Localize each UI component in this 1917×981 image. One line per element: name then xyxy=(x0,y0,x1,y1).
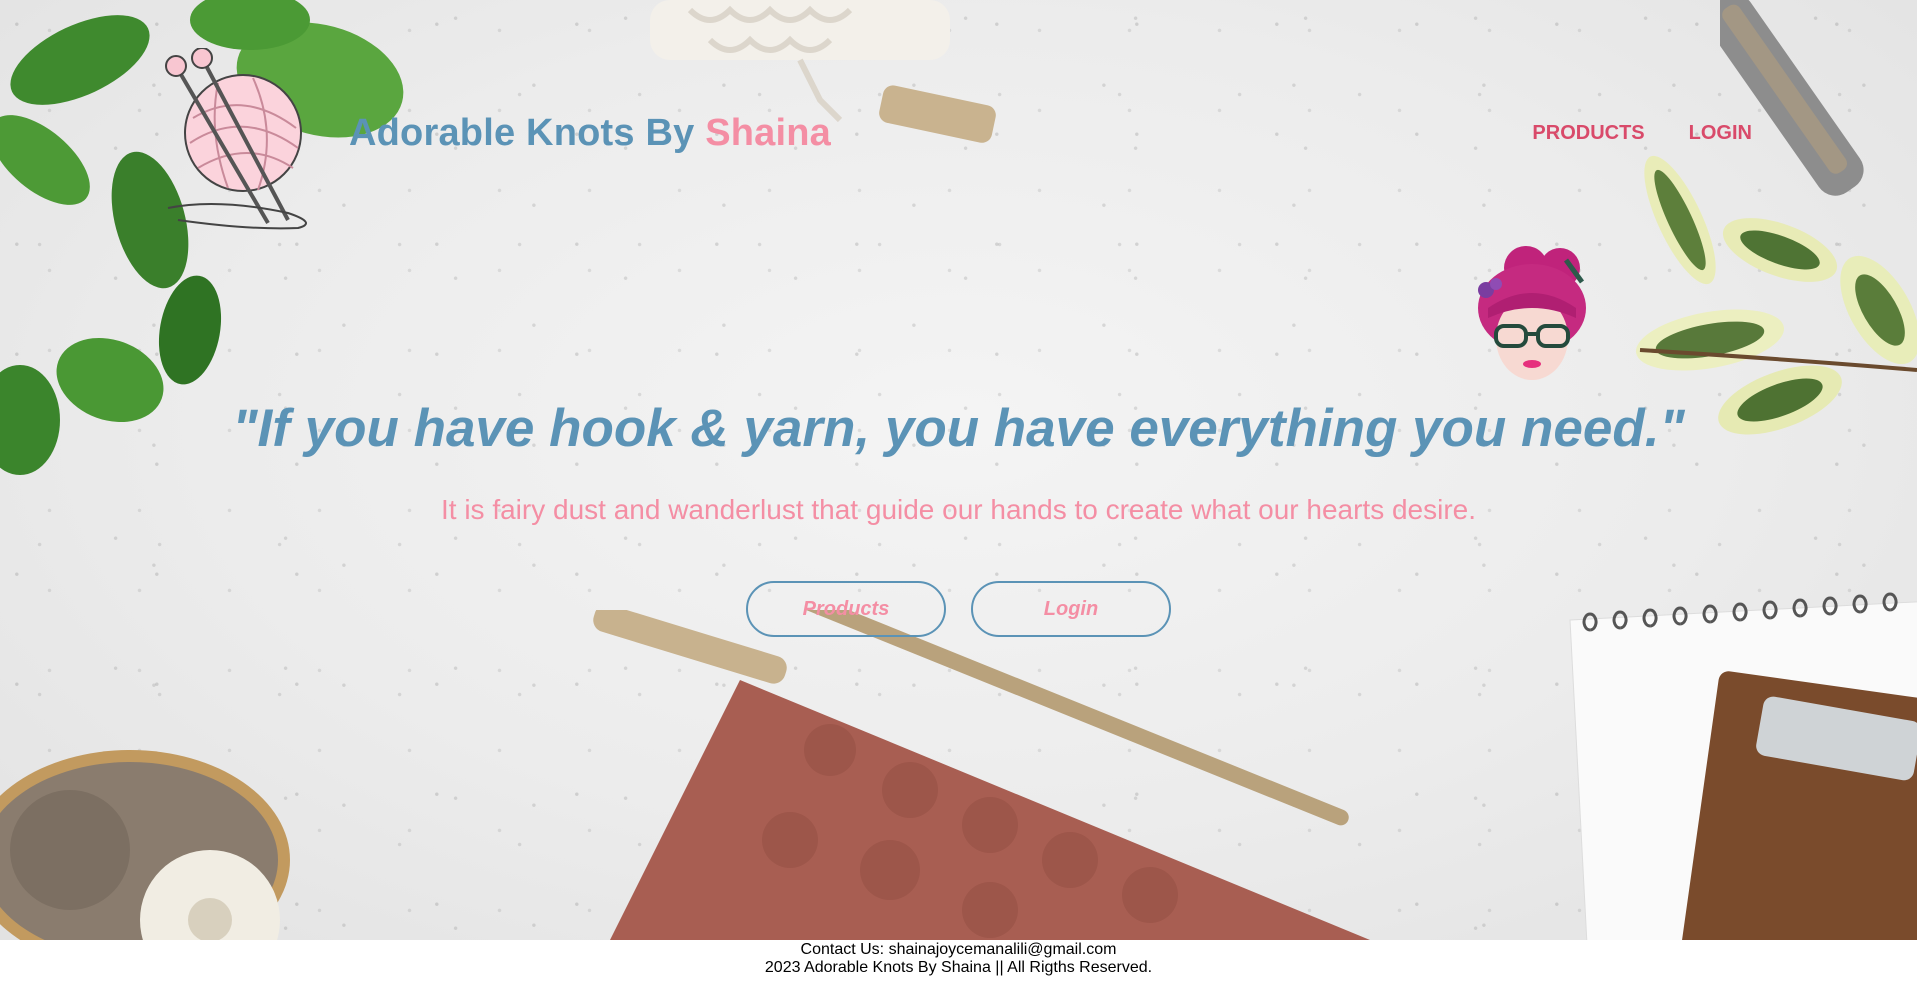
hero-section: Adorable Knots By Shaina PRODUCTS LOGIN … xyxy=(0,0,1917,940)
footer: Contact Us: shainajoycemanalili@gmail.co… xyxy=(0,940,1917,981)
knitter-girl-avatar-icon xyxy=(1478,246,1586,380)
brand-title: Adorable Knots By Shaina xyxy=(349,112,831,155)
brand-name-accent: Shaina xyxy=(705,112,831,154)
notebook-clipboard-decoration xyxy=(1569,592,1917,940)
footer-contact: Contact Us: shainajoycemanalili@gmail.co… xyxy=(800,941,1117,958)
hero-quote: "If you have hook & yarn, you have every… xyxy=(232,399,1685,458)
hero-buttons: Products Login xyxy=(0,581,1917,637)
nav-login-link[interactable]: LOGIN xyxy=(1689,122,1752,145)
top-nav: PRODUCTS LOGIN xyxy=(1532,122,1752,145)
brand-name-main: Adorable Knots By xyxy=(349,112,695,154)
hero-tagline: It is fairy dust and wanderlust that gui… xyxy=(440,494,1477,525)
yarn-basket-decoration xyxy=(0,750,290,940)
products-button[interactable]: Products xyxy=(746,581,946,637)
page: Adorable Knots By Shaina PRODUCTS LOGIN … xyxy=(0,0,1917,981)
macrame-bottom-decoration xyxy=(593,610,1370,940)
footer-copyright: 2023 Adorable Knots By Shaina || All Rig… xyxy=(764,959,1153,976)
nav-products-link[interactable]: PRODUCTS xyxy=(1532,122,1644,145)
yarn-ball-with-needles-icon xyxy=(165,48,307,230)
login-button[interactable]: Login xyxy=(971,581,1171,637)
